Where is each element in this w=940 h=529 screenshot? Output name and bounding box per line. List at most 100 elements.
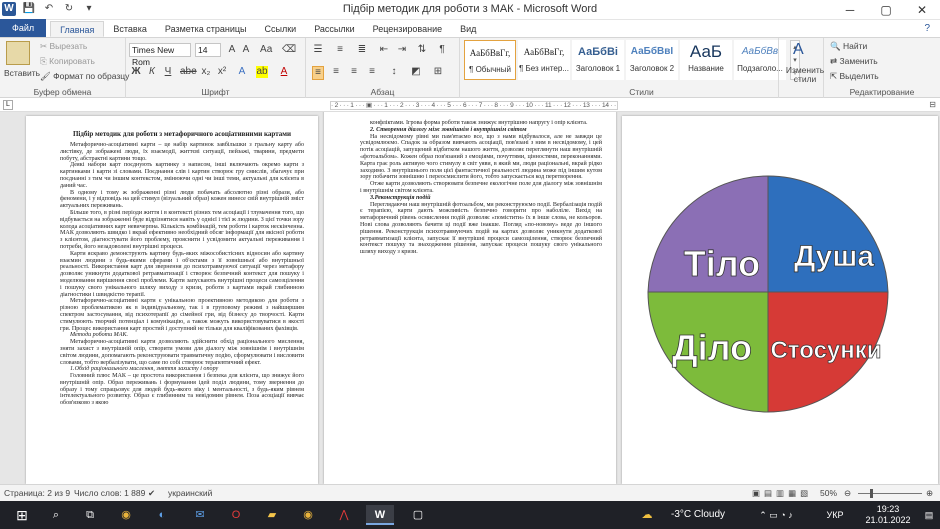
zoom-level[interactable]: 50% <box>820 488 837 498</box>
cut-button[interactable]: ✂ Вырезать <box>40 41 87 52</box>
ruler-scale[interactable]: · 2 · · · 1 · · · ▣ · · · 1 · · · 2 · · … <box>330 101 618 110</box>
select-label: Выделить <box>839 71 879 81</box>
line-spacing-icon[interactable]: ↕ <box>388 66 400 78</box>
task-view-icon[interactable]: ⧉ <box>78 505 102 525</box>
page-1[interactable]: Підбір методик для роботи з метафоричног… <box>26 116 318 484</box>
align-left-icon[interactable]: ≡ <box>312 66 324 80</box>
bold-icon[interactable]: Ж <box>130 66 142 78</box>
page-3[interactable]: Тіло Душа Діло Стосунки <box>622 116 938 484</box>
borders-icon[interactable]: ⊞ <box>432 66 444 78</box>
style-title[interactable]: АаБ Название <box>680 40 732 80</box>
maximize-icon[interactable]: ▢ <box>868 0 904 20</box>
copy-button[interactable]: ⎘ Копировать <box>40 56 95 67</box>
select-button[interactable]: ⇱ Выделить <box>830 71 879 82</box>
shading-icon[interactable]: ◩ <box>410 66 422 78</box>
tab-view[interactable]: Вид <box>451 21 485 37</box>
numbering-icon[interactable]: ≡ <box>334 44 346 56</box>
find-button[interactable]: 🔍 Найти <box>830 41 867 52</box>
superscript-icon[interactable]: x² <box>216 66 228 78</box>
minimize-icon[interactable]: ─ <box>832 0 868 20</box>
tab-review[interactable]: Рецензирование <box>364 21 452 37</box>
shrink-font-icon[interactable]: A <box>240 44 252 56</box>
redo-icon[interactable]: ↻ <box>62 2 76 16</box>
subscript-icon[interactable]: x₂ <box>200 66 212 78</box>
sort-icon[interactable]: ⇅ <box>416 44 428 56</box>
mail-icon[interactable]: ✉ <box>188 505 212 525</box>
highlight-icon[interactable]: ab <box>256 66 268 78</box>
tab-insert[interactable]: Вставка <box>104 21 155 37</box>
text-effects-icon[interactable]: A <box>236 66 248 78</box>
align-center-icon[interactable]: ≡ <box>330 66 342 78</box>
show-formatting-icon[interactable]: ¶ <box>436 44 448 56</box>
italic-icon[interactable]: К <box>146 66 158 78</box>
style-no-spacing[interactable]: АаБбВвГг, ¶ Без интер... <box>518 40 570 80</box>
word-count[interactable]: Число слов: 1 889 <box>74 488 145 498</box>
paste-button[interactable]: Вставить <box>4 68 40 78</box>
proofing-icon[interactable]: ✔ <box>148 488 155 499</box>
style-heading-2[interactable]: АаБбВвІ Заголовок 2 <box>626 40 678 80</box>
tab-selector-icon[interactable]: L <box>3 100 13 110</box>
replace-button[interactable]: ⇄ Заменить <box>830 56 878 67</box>
chrome-profile-icon[interactable]: ◉ <box>296 505 320 525</box>
start-icon[interactable]: ⊞ <box>10 505 34 525</box>
word-app-icon[interactable]: W <box>2 2 16 16</box>
undo-icon[interactable]: ↶ <box>42 2 56 16</box>
word-taskbar-icon[interactable]: W <box>366 505 394 525</box>
customize-qat-icon[interactable]: ▾ <box>82 2 96 16</box>
notifications-icon[interactable]: ▤ <box>922 505 936 525</box>
change-case-icon[interactable]: Аа <box>260 44 272 56</box>
page-2[interactable]: конфліктами. Ігрова форма роботи також з… <box>324 112 616 484</box>
font-size-select[interactable]: 14 <box>195 43 221 57</box>
view-ruler-icon[interactable]: ⊟ <box>929 100 936 109</box>
tab-references[interactable]: Ссылки <box>256 21 306 37</box>
align-right-icon[interactable]: ≡ <box>348 66 360 78</box>
grow-font-icon[interactable]: A <box>226 44 238 56</box>
help-icon[interactable]: ? <box>924 23 930 34</box>
tab-mailings[interactable]: Рассылки <box>305 21 363 37</box>
tab-file[interactable]: Файл <box>0 19 47 37</box>
change-styles-button[interactable]: Изменить стили <box>785 66 825 84</box>
page-count[interactable]: Страница: 2 из 9 <box>4 488 70 498</box>
edge-icon[interactable]: ◐ <box>150 505 174 525</box>
strikethrough-icon[interactable]: abe <box>180 66 197 78</box>
clock[interactable]: 19:23 21.01.2022 <box>858 504 918 526</box>
input-language[interactable]: УКР <box>820 505 850 525</box>
zoom-slider-thumb[interactable] <box>870 489 873 498</box>
file-explorer-icon[interactable]: ▰ <box>260 505 284 525</box>
change-styles-icon[interactable]: A <box>793 41 804 59</box>
decrease-indent-icon[interactable]: ⇤ <box>378 44 390 56</box>
weather-icon: ☁ <box>641 509 653 521</box>
clear-formatting-icon[interactable]: ⌫ <box>282 44 296 56</box>
increase-indent-icon[interactable]: ⇥ <box>396 44 408 56</box>
font-color-icon[interactable]: A <box>278 66 290 78</box>
paste-icon[interactable] <box>6 41 30 65</box>
view-mode-icons[interactable]: ▣▤▥▦▧ <box>752 488 812 499</box>
underline-icon[interactable]: Ч <box>162 66 174 78</box>
paragraph: Отже карти дозволяють створювати безпечн… <box>360 181 602 194</box>
zoom-slider[interactable] <box>858 493 922 494</box>
format-painter-button[interactable]: 🖌 Формат по образцу <box>40 71 129 82</box>
search-icon[interactable]: ⌕ <box>44 505 68 525</box>
style-heading-1[interactable]: АаБбВі Заголовок 1 <box>572 40 624 80</box>
bullets-icon[interactable]: ☰ <box>312 44 324 56</box>
zoom-in-icon[interactable]: ⊕ <box>926 488 933 499</box>
opera-icon[interactable]: O <box>224 505 248 525</box>
zoom-out-icon[interactable]: ⊖ <box>844 488 851 499</box>
chrome-icon[interactable]: ◉ <box>114 505 138 525</box>
multilevel-list-icon[interactable]: ≣ <box>356 44 368 56</box>
tab-home[interactable]: Главная <box>50 21 105 37</box>
tab-page-layout[interactable]: Разметка страницы <box>156 21 256 37</box>
app-icon[interactable]: ▢ <box>406 505 430 525</box>
font-group-label: Шрифт <box>201 87 230 97</box>
pie-graphic[interactable]: Тіло Душа Діло Стосунки <box>622 116 938 484</box>
save-icon[interactable]: 💾 <box>22 2 36 16</box>
style-preview: АаБбВі <box>578 46 618 58</box>
tray-icons[interactable]: ⌃ ▭ ◔ ♪ <box>746 505 806 525</box>
acrobat-icon[interactable]: ⋀ <box>332 505 356 525</box>
close-icon[interactable]: ✕ <box>904 0 940 20</box>
style-normal[interactable]: АаБбВвГг, ¶ Обычный <box>464 40 516 80</box>
weather-text[interactable]: -3°C Cloudy <box>658 505 738 525</box>
language-status[interactable]: украинский <box>168 488 212 498</box>
font-name-select[interactable]: Times New Rom <box>129 43 191 67</box>
justify-icon[interactable]: ≡ <box>366 66 378 78</box>
